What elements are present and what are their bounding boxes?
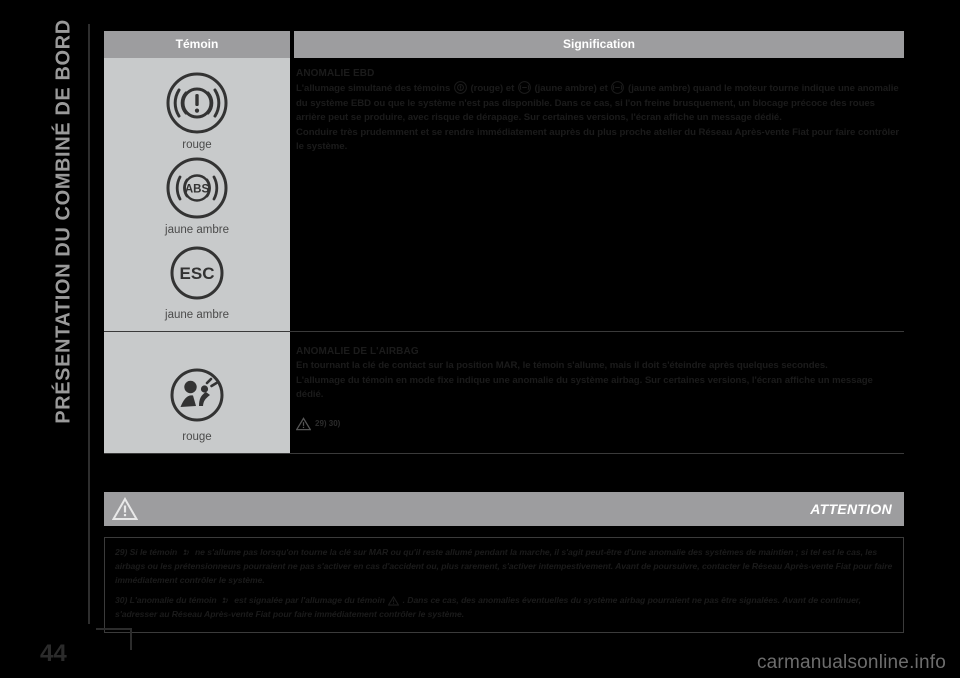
- note-29-text-b: ne s'allume pas lorsqu'on tourne la clé …: [115, 547, 893, 585]
- table-row: rouge ABS jaune ambre ESC jaune ambre AN…: [104, 58, 904, 332]
- telltale-caption: jaune ambre: [165, 309, 229, 321]
- abs-warning-icon: ABS: [166, 157, 228, 219]
- brake-warning-icon-inline: [453, 81, 467, 94]
- column-header-signification: Signification: [294, 31, 904, 58]
- telltale-caption: rouge: [182, 139, 212, 151]
- table-row: rouge ANOMALIE DE L'AIRBAG En tournant l…: [104, 332, 904, 454]
- paragraph: L'allumage simultané des témoins (rouge)…: [296, 81, 900, 126]
- table-body: rouge ABS jaune ambre ESC jaune ambre AN…: [104, 58, 904, 454]
- warning-triangle-icon: [296, 416, 311, 430]
- section-title: ANOMALIE EBD: [296, 68, 375, 79]
- airbag-warning-icon-inline: [182, 549, 189, 555]
- page-number: 44: [40, 640, 67, 667]
- meaning-cell: ANOMALIE EBD L'allumage simultané des té…: [294, 58, 904, 331]
- warning-triangle-icon-inline: [388, 595, 400, 606]
- attention-note: 29) Si le témoin ne s'allume pas lorsqu'…: [115, 546, 893, 588]
- reference-numbers: 29) 30): [315, 419, 341, 429]
- manual-page: PRÉSENTATION DU COMBINÉ DE BORD Témoin S…: [0, 0, 960, 678]
- airbag-warning-icon-inline: [222, 597, 229, 603]
- paragraph-text-c: (jaune ambre) et: [534, 83, 608, 94]
- warning-triangle-icon: [112, 497, 138, 520]
- paragraph-text-b: (rouge) et: [470, 83, 515, 94]
- paragraph: En tournant la clé de contact sur la pos…: [296, 360, 828, 371]
- table-header-row: Témoin Signification: [104, 31, 904, 58]
- telltale-caption: rouge: [182, 431, 212, 443]
- warning-lights-table: Témoin Signification rouge ABS jaune amb…: [104, 31, 904, 454]
- telltale-brake: rouge: [166, 72, 228, 151]
- attention-label: ATTENTION: [810, 501, 892, 517]
- column-header-temoin: Témoin: [104, 31, 290, 58]
- esc-warning-icon: ESC: [170, 246, 224, 300]
- note-30-text-a: 30) L'anomalie du témoin: [115, 594, 217, 605]
- attention-header: ATTENTION: [104, 492, 904, 526]
- telltale-cell: rouge: [104, 332, 290, 453]
- telltale-esc: ESC jaune ambre: [165, 242, 229, 321]
- paragraph: Conduire très prudemment et se rendre im…: [296, 126, 900, 153]
- svg-text:ABS: ABS: [185, 183, 210, 195]
- brake-warning-icon: [166, 72, 228, 134]
- svg-text:ESC: ESC: [180, 264, 215, 283]
- esc-warning-icon-inline: [611, 81, 625, 94]
- chapter-rule: [88, 24, 90, 624]
- telltale-caption: jaune ambre: [165, 224, 229, 236]
- chapter-title: PRÉSENTATION DU COMBINÉ DE BORD: [52, 19, 75, 424]
- abs-warning-icon-inline: [517, 81, 531, 94]
- telltale-airbag: rouge: [166, 364, 228, 443]
- corner-marker: [96, 628, 132, 650]
- telltale-cell: rouge ABS jaune ambre ESC jaune ambre: [104, 58, 290, 331]
- note-30-text-b: est signalée par l'allumage du témoin: [234, 594, 385, 605]
- airbag-warning-icon: [170, 368, 224, 422]
- paragraph-text-a: L'allumage simultané des témoins: [296, 83, 451, 94]
- meaning-cell: ANOMALIE DE L'AIRBAG En tournant la clé …: [294, 332, 904, 453]
- attention-note: 30) L'anomalie du témoin est signalée pa…: [115, 594, 893, 622]
- watermark: carmanualsonline.info: [756, 652, 946, 673]
- section-title: ANOMALIE DE L'AIRBAG: [296, 346, 419, 357]
- paragraph: L'allumage du témoin en mode fixe indiqu…: [296, 374, 873, 401]
- attention-body: 29) Si le témoin ne s'allume pas lorsqu'…: [104, 537, 904, 633]
- telltale-abs: ABS jaune ambre: [165, 157, 229, 236]
- note-29-text-a: 29) Si le témoin: [115, 547, 178, 557]
- reference-note: 29) 30): [296, 416, 900, 431]
- attention-box: ATTENTION 29) Si le témoin ne s'allume p…: [104, 492, 904, 633]
